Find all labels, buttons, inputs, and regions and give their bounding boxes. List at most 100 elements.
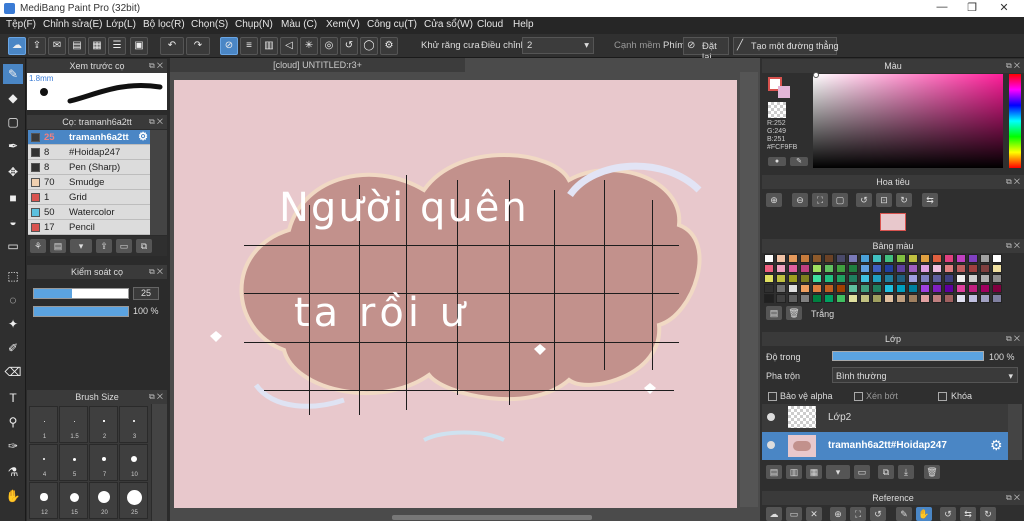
layer-delete-icon[interactable]: 🗑 — [924, 465, 940, 479]
menu-capture[interactable]: Chụp(N) — [235, 19, 273, 30]
palette-swatch[interactable] — [920, 264, 930, 273]
secondary-color-swatch[interactable] — [778, 86, 790, 98]
horizontal-scrollbar[interactable] — [392, 515, 592, 520]
palette-swatch[interactable] — [956, 254, 966, 263]
palette-swatch[interactable] — [824, 264, 834, 273]
reference-pen-icon[interactable]: ✎ — [896, 507, 912, 521]
palette-swatch[interactable] — [800, 264, 810, 273]
save-icon[interactable]: ▦ — [88, 37, 106, 55]
select-pen-icon[interactable]: ✐ — [3, 338, 23, 358]
grid-snap-icon[interactable]: ▥ — [260, 37, 278, 55]
panel-close-icon[interactable]: ⧉ ✕ — [1006, 491, 1020, 505]
reference-close-icon[interactable]: ✕ — [806, 507, 822, 521]
layer-row[interactable]: Lớp2 — [762, 404, 1008, 432]
palette-swatch[interactable] — [788, 284, 798, 293]
reset-button[interactable]: ⊘Đặt lại — [683, 37, 729, 63]
undo-icon[interactable]: ↶ — [160, 37, 184, 55]
palette-swatch[interactable] — [956, 284, 966, 293]
palette-swatch[interactable] — [968, 274, 978, 283]
palette-swatch[interactable] — [860, 294, 870, 303]
layer-merge-icon[interactable]: ⤓ — [898, 465, 914, 479]
palette-swatch[interactable] — [896, 274, 906, 283]
gradient-tool-icon[interactable]: ▭ — [3, 236, 23, 256]
palette-swatch[interactable] — [932, 274, 942, 283]
palette-swatch[interactable] — [872, 294, 882, 303]
palette-swatch[interactable] — [788, 274, 798, 283]
reference-rotate-icon[interactable]: ↺ — [870, 507, 886, 521]
palette-swatch[interactable] — [788, 294, 798, 303]
palette-swatch[interactable] — [884, 284, 894, 293]
layer-row[interactable]: tramanh6a2tt#Hoidap247 ⚙ — [762, 432, 1008, 460]
palette-swatch[interactable] — [764, 274, 774, 283]
palette-swatch[interactable] — [764, 294, 774, 303]
palette-swatch[interactable] — [956, 294, 966, 303]
palette-swatch[interactable] — [956, 274, 966, 283]
color-add-icon[interactable]: ● — [768, 157, 786, 166]
palette-swatch[interactable] — [812, 254, 822, 263]
brush-add-icon[interactable]: ⚘ — [30, 239, 46, 253]
pen-tool-icon[interactable]: ✒ — [3, 136, 23, 156]
menu-layer[interactable]: Lớp(L) — [106, 19, 136, 30]
layer-duplicate-icon[interactable]: ⧉ — [878, 465, 894, 479]
palette-swatch[interactable] — [764, 264, 774, 273]
palette-swatch[interactable] — [896, 264, 906, 273]
brush-size-value[interactable]: 25 — [133, 287, 159, 300]
zoom-out-icon[interactable]: ⊖ — [792, 193, 808, 207]
brush-item[interactable]: 25 tramanh6a2tt ⚙ — [28, 130, 150, 145]
menu-window[interactable]: Cửa sổ(W) — [424, 19, 473, 30]
palette-swatch[interactable] — [884, 294, 894, 303]
palette-swatch[interactable] — [968, 264, 978, 273]
clip-checkbox[interactable] — [854, 392, 863, 401]
palette-swatch[interactable] — [944, 254, 954, 263]
palette-swatch[interactable] — [932, 294, 942, 303]
palette-swatch[interactable] — [908, 284, 918, 293]
brush-item[interactable]: 17 Pencil — [28, 220, 150, 235]
transparent-swatch[interactable] — [768, 102, 786, 118]
palette-swatch[interactable] — [932, 284, 942, 293]
palette-swatch[interactable] — [932, 254, 942, 263]
palette-swatch[interactable] — [836, 264, 846, 273]
upload-icon[interactable]: ⇪ — [28, 37, 46, 55]
minimize-button[interactable]: — — [928, 1, 956, 13]
palette-swatch[interactable] — [884, 254, 894, 263]
comment-icon[interactable]: ✉ — [48, 37, 66, 55]
color-drop-icon[interactable]: ✎ — [790, 157, 808, 166]
navigator-thumbnail[interactable] — [880, 213, 906, 231]
document-icon[interactable]: ▤ — [68, 37, 86, 55]
select-rect-icon[interactable]: ⬚ — [3, 266, 23, 286]
layer-opacity-slider[interactable] — [832, 351, 984, 361]
brush-size-cell[interactable]: 20 — [89, 482, 118, 519]
palette-swatch[interactable] — [848, 294, 858, 303]
brush-item[interactable]: 70 Smudge — [28, 175, 150, 190]
folder-icon[interactable]: ▭ — [116, 239, 132, 253]
brush-size-cell[interactable]: 4 — [29, 444, 58, 481]
maximize-button[interactable]: ❐ — [958, 1, 986, 14]
menu-edit[interactable]: Chỉnh sửa(E) — [43, 19, 103, 30]
palette-swatch[interactable] — [980, 294, 990, 303]
palette-swatch[interactable] — [920, 254, 930, 263]
palette-swatch[interactable] — [980, 274, 990, 283]
layer-scrollbar[interactable] — [1008, 404, 1022, 460]
ellipse-icon[interactable]: ◯ — [360, 37, 378, 55]
brush-size-cell[interactable]: 15 — [59, 482, 88, 519]
brush-size-cell[interactable]: 10 — [119, 444, 148, 481]
reference-rotate-left-icon[interactable]: ↺ — [940, 507, 956, 521]
palette-swatch[interactable] — [944, 294, 954, 303]
dropper-tool-icon[interactable]: ⚗ — [3, 462, 23, 482]
palette-swatch[interactable] — [980, 254, 990, 263]
palette-swatch[interactable] — [992, 264, 1002, 273]
panel-close-icon[interactable]: ⧉ ✕ — [1006, 59, 1020, 73]
duplicate-icon[interactable]: ⧉ — [136, 239, 152, 253]
brush-size-cell[interactable]: 7 — [89, 444, 118, 481]
hue-slider[interactable] — [1009, 74, 1021, 168]
menu-color[interactable]: Màu (C) — [281, 19, 317, 30]
cloud-brush-icon[interactable]: ☁ — [8, 37, 26, 55]
reference-cloud-icon[interactable]: ☁ — [766, 507, 782, 521]
palette-swatch[interactable] — [944, 284, 954, 293]
palette-swatch[interactable] — [776, 294, 786, 303]
palette-swatch[interactable] — [848, 264, 858, 273]
adjust-select[interactable]: 2 ▾ — [522, 37, 594, 54]
menu-view[interactable]: Xem(V) — [326, 19, 360, 30]
palette-swatch[interactable] — [872, 284, 882, 293]
palette-swatch[interactable] — [860, 254, 870, 263]
